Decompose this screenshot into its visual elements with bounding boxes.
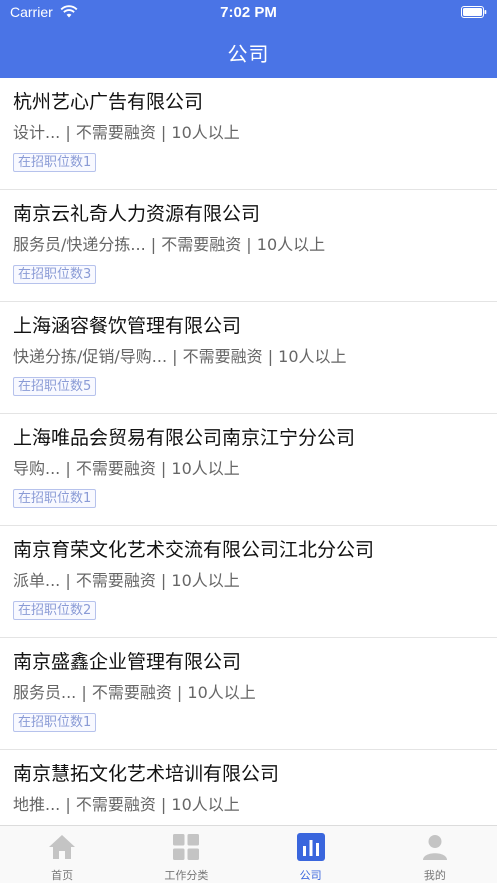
open-jobs-badge: 在招职位数2: [13, 601, 97, 620]
status-time: 7:02 PM: [220, 4, 277, 21]
home-icon: [49, 835, 76, 859]
company-list[interactable]: 杭州艺心广告有限公司 设计... | 不需要融资 | 10人以上 在招职位数1 …: [0, 78, 497, 825]
company-meta: 派单... | 不需要融资 | 10人以上: [13, 571, 240, 590]
header: Carrier 7:02 PM 公司: [0, 0, 497, 78]
company-list-item[interactable]: 南京育荣文化艺术交流有限公司江北分公司 派单... | 不需要融资 | 10人以…: [0, 526, 497, 638]
tab-home[interactable]: 首页: [0, 826, 124, 883]
company-list-item[interactable]: 杭州艺心广告有限公司 设计... | 不需要融资 | 10人以上 在招职位数1: [0, 78, 497, 190]
company-name: 南京育荣文化艺术交流有限公司江北分公司: [13, 539, 375, 561]
status-bar: Carrier 7:02 PM: [0, 0, 497, 26]
nav-bar: 公司: [0, 26, 497, 78]
company-list-item[interactable]: 上海唯品会贸易有限公司南京江宁分公司 导购... | 不需要融资 | 10人以上…: [0, 414, 497, 526]
company-list-item[interactable]: 上海涵容餐饮管理有限公司 快递分拣/促销/导购... | 不需要融资 | 10人…: [0, 302, 497, 414]
tab-profile[interactable]: 我的: [373, 826, 497, 883]
open-jobs-badge: 在招职位数1: [13, 153, 97, 172]
open-jobs-badge: 在招职位数1: [13, 713, 97, 732]
company-name: 上海涵容餐饮管理有限公司: [13, 315, 242, 337]
battery-icon: [461, 6, 487, 18]
company-name: 杭州艺心广告有限公司: [13, 91, 204, 113]
open-jobs-badge: 在招职位数5: [13, 377, 97, 396]
tab-label: 我的: [423, 869, 446, 882]
bar-chart-icon: [296, 833, 325, 861]
tab-label: 公司: [299, 869, 322, 882]
tab-label: 工作分类: [164, 869, 209, 882]
grid-icon: [173, 834, 200, 860]
company-meta: 服务员... | 不需要融资 | 10人以上: [13, 683, 256, 702]
company-meta: 快递分拣/促销/导购... | 不需要融资 | 10人以上: [13, 347, 347, 366]
company-name: 上海唯品会贸易有限公司南京江宁分公司: [13, 427, 356, 449]
page-title: 公司: [227, 42, 270, 66]
company-meta: 地推... | 不需要融资 | 10人以上: [13, 795, 240, 814]
company-name: 南京盛鑫企业管理有限公司: [13, 651, 242, 673]
app-screen: Carrier 7:02 PM 公司 杭州艺心广告有限公司 设计... | 不需…: [0, 0, 497, 883]
company-list-item[interactable]: 南京云礼奇人力资源有限公司 服务员/快递分拣... | 不需要融资 | 10人以…: [0, 190, 497, 302]
company-list-item[interactable]: 南京盛鑫企业管理有限公司 服务员... | 不需要融资 | 10人以上 在招职位…: [0, 638, 497, 750]
company-name: 南京慧拓文化艺术培训有限公司: [13, 763, 280, 785]
tab-company[interactable]: 公司: [249, 826, 373, 883]
company-meta: 设计... | 不需要融资 | 10人以上: [13, 123, 240, 142]
company-list-item[interactable]: 南京慧拓文化艺术培训有限公司 地推... | 不需要融资 | 10人以上: [0, 750, 497, 825]
tab-label: 首页: [51, 869, 74, 882]
tab-job-categories[interactable]: 工作分类: [124, 826, 248, 883]
open-jobs-badge: 在招职位数1: [13, 489, 97, 508]
open-jobs-badge: 在招职位数3: [13, 265, 97, 284]
company-meta: 导购... | 不需要融资 | 10人以上: [13, 459, 240, 478]
company-meta: 服务员/快递分拣... | 不需要融资 | 10人以上: [13, 235, 326, 254]
tab-bar: 首页 工作分类 公司 我的: [0, 825, 497, 883]
user-icon: [422, 835, 447, 860]
company-name: 南京云礼奇人力资源有限公司: [13, 203, 261, 225]
